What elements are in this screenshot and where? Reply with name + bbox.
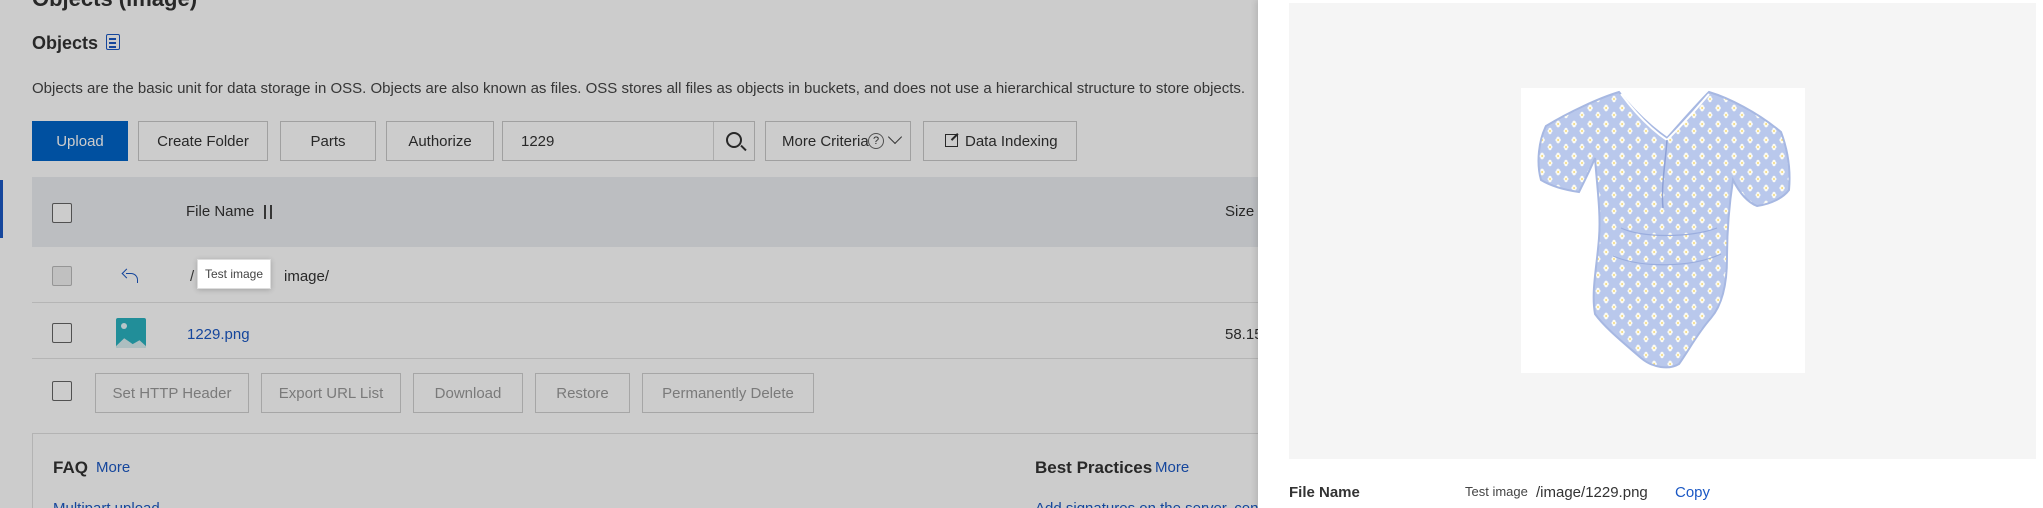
file-name-label: File Name [1289, 484, 1360, 501]
image-preview [1521, 88, 1805, 373]
tooltip: Test image [197, 259, 272, 289]
file-tip: Test image [1465, 484, 1528, 499]
swimsuit-image [1537, 90, 1791, 369]
swimsuit-body [1537, 90, 1791, 369]
modal-overlay[interactable] [0, 0, 1258, 508]
copy-link[interactable]: Copy [1675, 484, 1710, 501]
file-path: /image/1229.png [1536, 484, 1648, 501]
